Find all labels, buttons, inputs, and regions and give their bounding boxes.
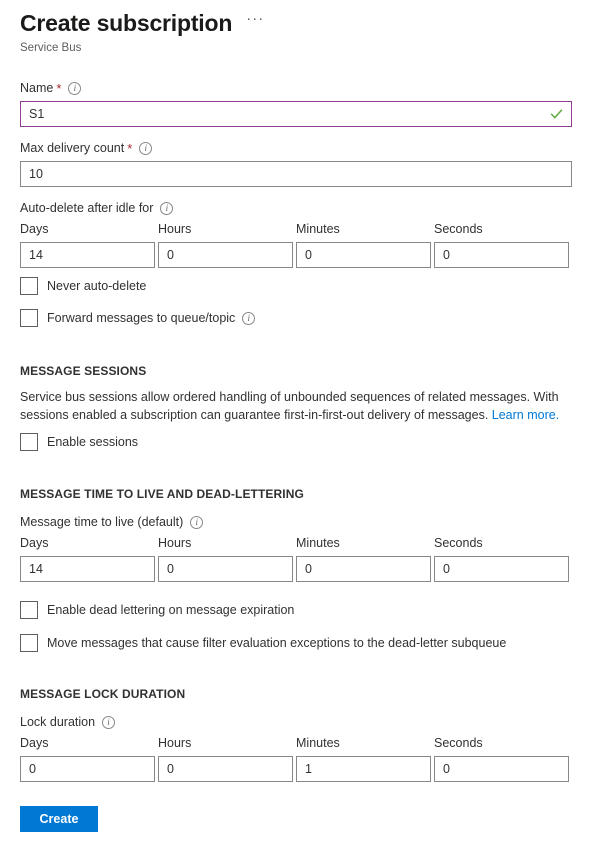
auto-delete-hours-col: Hours xyxy=(158,221,293,268)
move-filter-exceptions-row[interactable]: Move messages that cause filter evaluati… xyxy=(20,634,580,652)
auto-delete-days-input[interactable] xyxy=(20,242,155,268)
name-field-group: Name * i xyxy=(20,80,580,127)
days-label: Days xyxy=(20,221,155,238)
blade-subtitle: Service Bus xyxy=(20,40,580,56)
message-sessions-description: Service bus sessions allow ordered handl… xyxy=(20,389,576,424)
seconds-label: Seconds xyxy=(434,535,569,552)
forward-messages-row[interactable]: Forward messages to queue/topic i xyxy=(20,309,580,327)
name-input-wrap xyxy=(20,101,572,127)
hours-label: Hours xyxy=(158,221,293,238)
learn-more-link[interactable]: Learn more. xyxy=(492,408,559,422)
create-subscription-blade: Create subscription ··· Service Bus Name… xyxy=(0,0,600,850)
move-filter-exceptions-checkbox[interactable] xyxy=(20,634,38,652)
days-label: Days xyxy=(20,735,155,752)
ttl-hours-input[interactable] xyxy=(158,556,293,582)
info-icon[interactable]: i xyxy=(242,312,255,325)
max-delivery-count-label: Max delivery count * i xyxy=(20,140,580,157)
info-icon[interactable]: i xyxy=(102,716,115,729)
lock-days-col: Days xyxy=(20,735,155,782)
required-marker: * xyxy=(56,83,61,95)
ttl-hours-col: Hours xyxy=(158,535,293,582)
auto-delete-hours-input[interactable] xyxy=(158,242,293,268)
max-delivery-count-input[interactable] xyxy=(20,161,572,187)
never-auto-delete-checkbox[interactable] xyxy=(20,277,38,295)
auto-delete-duration-row: Days Hours Minutes Seconds xyxy=(20,221,580,268)
enable-sessions-checkbox[interactable] xyxy=(20,433,38,451)
lock-minutes-input[interactable] xyxy=(296,756,431,782)
enable-dead-lettering-row[interactable]: Enable dead lettering on message expirat… xyxy=(20,601,580,619)
create-button[interactable]: Create xyxy=(20,806,98,832)
ttl-heading: MESSAGE TIME TO LIVE AND DEAD-LETTERING xyxy=(20,486,580,503)
lock-days-input[interactable] xyxy=(20,756,155,782)
lock-duration-row: Days Hours Minutes Seconds xyxy=(20,735,580,782)
message-sessions-section: MESSAGE SESSIONS Service bus sessions al… xyxy=(20,363,580,451)
lock-duration-label: Lock duration i xyxy=(20,714,580,731)
more-options-icon[interactable]: ··· xyxy=(244,12,266,34)
ttl-duration-row: Days Hours Minutes Seconds xyxy=(20,535,580,582)
seconds-label: Seconds xyxy=(434,735,569,752)
max-delivery-count-label-text: Max delivery count xyxy=(20,140,124,157)
subscription-form: Name * i Max delivery count * i A xyxy=(20,80,580,782)
info-icon[interactable]: i xyxy=(139,142,152,155)
lock-hours-col: Hours xyxy=(158,735,293,782)
message-sessions-heading: MESSAGE SESSIONS xyxy=(20,363,580,380)
auto-delete-minutes-col: Minutes xyxy=(296,221,431,268)
move-filter-exceptions-label[interactable]: Move messages that cause filter evaluati… xyxy=(47,635,506,652)
ttl-label-text: Message time to live (default) xyxy=(20,514,183,531)
minutes-label: Minutes xyxy=(296,735,431,752)
auto-delete-minutes-input[interactable] xyxy=(296,242,431,268)
days-label: Days xyxy=(20,535,155,552)
info-icon[interactable]: i xyxy=(68,82,81,95)
hours-label: Hours xyxy=(158,535,293,552)
auto-delete-days-col: Days xyxy=(20,221,155,268)
max-delivery-count-group: Max delivery count * i xyxy=(20,140,580,187)
name-label-text: Name xyxy=(20,80,53,97)
lock-minutes-col: Minutes xyxy=(296,735,431,782)
name-input[interactable] xyxy=(20,101,572,127)
enable-dead-lettering-checkbox[interactable] xyxy=(20,601,38,619)
ttl-days-col: Days xyxy=(20,535,155,582)
page-title: Create subscription xyxy=(20,8,232,38)
enable-dead-lettering-label[interactable]: Enable dead lettering on message expirat… xyxy=(47,602,294,619)
ttl-days-input[interactable] xyxy=(20,556,155,582)
ttl-label: Message time to live (default) i xyxy=(20,514,580,531)
ttl-minutes-input[interactable] xyxy=(296,556,431,582)
auto-delete-label: Auto-delete after idle for i xyxy=(20,200,580,217)
hours-label: Hours xyxy=(158,735,293,752)
auto-delete-group: Auto-delete after idle for i Days Hours … xyxy=(20,200,580,295)
lock-seconds-input[interactable] xyxy=(434,756,569,782)
ttl-section: MESSAGE TIME TO LIVE AND DEAD-LETTERING … xyxy=(20,486,580,652)
forward-messages-label[interactable]: Forward messages to queue/topic xyxy=(47,310,235,327)
forward-messages-group: Forward messages to queue/topic i xyxy=(20,309,580,327)
ttl-seconds-col: Seconds xyxy=(434,535,569,582)
name-label: Name * i xyxy=(20,80,580,97)
lock-duration-section: MESSAGE LOCK DURATION Lock duration i Da… xyxy=(20,686,580,782)
auto-delete-seconds-col: Seconds xyxy=(434,221,569,268)
blade-header: Create subscription ··· Service Bus xyxy=(0,0,600,56)
enable-sessions-label[interactable]: Enable sessions xyxy=(47,434,138,451)
ttl-seconds-input[interactable] xyxy=(434,556,569,582)
lock-seconds-col: Seconds xyxy=(434,735,569,782)
info-icon[interactable]: i xyxy=(190,516,203,529)
ttl-minutes-col: Minutes xyxy=(296,535,431,582)
enable-sessions-row[interactable]: Enable sessions xyxy=(20,433,580,451)
minutes-label: Minutes xyxy=(296,221,431,238)
info-icon[interactable]: i xyxy=(160,202,173,215)
message-sessions-description-text: Service bus sessions allow ordered handl… xyxy=(20,390,559,422)
required-marker: * xyxy=(127,143,132,155)
lock-hours-input[interactable] xyxy=(158,756,293,782)
seconds-label: Seconds xyxy=(434,221,569,238)
never-auto-delete-label[interactable]: Never auto-delete xyxy=(47,278,146,295)
title-row: Create subscription ··· xyxy=(20,8,580,38)
forward-messages-checkbox[interactable] xyxy=(20,309,38,327)
minutes-label: Minutes xyxy=(296,535,431,552)
never-auto-delete-row[interactable]: Never auto-delete xyxy=(20,277,580,295)
auto-delete-label-text: Auto-delete after idle for xyxy=(20,200,153,217)
lock-duration-label-text: Lock duration xyxy=(20,714,95,731)
auto-delete-seconds-input[interactable] xyxy=(434,242,569,268)
lock-duration-heading: MESSAGE LOCK DURATION xyxy=(20,686,580,703)
